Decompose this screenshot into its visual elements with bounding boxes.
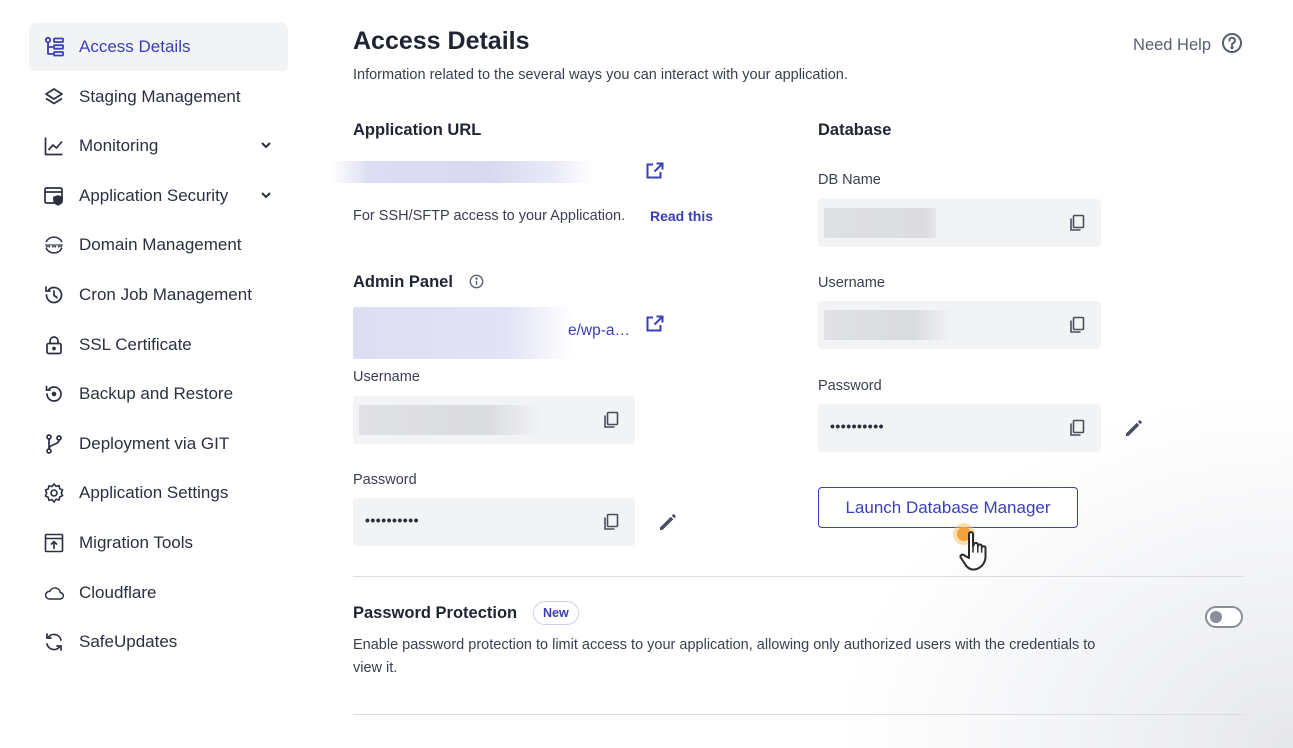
- application-url-title: Application URL: [353, 121, 482, 139]
- copy-icon[interactable]: [1067, 418, 1087, 443]
- sidebar-item-label: Cloudflare: [79, 582, 157, 602]
- layers-icon: [43, 86, 65, 108]
- sidebar-item-application-settings[interactable]: Application Settings: [29, 469, 288, 517]
- section-divider: [353, 714, 1243, 715]
- sidebar-item-label: Application Settings: [79, 483, 229, 503]
- database-title: Database: [818, 121, 892, 139]
- svg-text:www: www: [45, 242, 63, 250]
- page-title: Access Details: [353, 27, 530, 55]
- admin-url-redacted: [353, 307, 573, 359]
- help-circle-icon: [1221, 32, 1243, 59]
- admin-username-field[interactable]: [353, 396, 635, 444]
- db-name-label: DB Name: [818, 172, 881, 188]
- db-username-label: Username: [818, 275, 885, 291]
- new-badge: New: [533, 601, 579, 625]
- admin-panel-url[interactable]: e/wp-a…: [568, 322, 630, 340]
- admin-password-label: Password: [353, 472, 417, 488]
- copy-icon[interactable]: [601, 512, 621, 537]
- sidebar-nav: Access Details Staging Management Monito…: [29, 23, 288, 668]
- chart-line-icon: [43, 135, 65, 157]
- copy-icon[interactable]: [1067, 315, 1087, 340]
- db-password-mask: ••••••••••: [830, 418, 885, 434]
- db-name-redacted: [824, 208, 936, 238]
- db-password-label: Password: [818, 378, 882, 394]
- read-this-link[interactable]: Read this: [650, 208, 713, 224]
- application-url-redacted[interactable]: [331, 161, 593, 183]
- sidebar-item-domain-management[interactable]: www Domain Management: [29, 221, 288, 269]
- db-username-redacted: [824, 310, 952, 340]
- lock-icon: [43, 334, 65, 356]
- backup-restore-icon: [43, 383, 65, 405]
- sidebar-item-staging-management[interactable]: Staging Management: [29, 73, 288, 121]
- edit-pencil-icon[interactable]: [657, 511, 679, 538]
- git-branch-icon: [43, 433, 65, 455]
- sidebar-item-label: SafeUpdates: [79, 632, 178, 652]
- sidebar-item-access-details[interactable]: Access Details: [29, 23, 288, 71]
- db-username-field[interactable]: [818, 301, 1101, 349]
- migration-icon: [43, 532, 65, 554]
- password-protection-toggle[interactable]: [1205, 606, 1243, 628]
- admin-password-field[interactable]: ••••••••••: [353, 498, 635, 546]
- sidebar-item-ssl-certificate[interactable]: SSL Certificate: [29, 321, 288, 369]
- section-divider: [353, 576, 1243, 577]
- gear-icon: [43, 482, 65, 504]
- chevron-down-icon[interactable]: [258, 137, 274, 158]
- ssh-note: For SSH/SFTP access to your Application.: [353, 208, 626, 224]
- sidebar-item-backup-and-restore[interactable]: Backup and Restore: [29, 370, 288, 418]
- page-subtitle: Information related to the several ways …: [353, 67, 848, 83]
- cloud-icon: [43, 582, 65, 604]
- hand-pointer-cursor-icon: [953, 523, 987, 571]
- external-link-icon[interactable]: [645, 314, 665, 339]
- access-details-icon: [43, 36, 65, 58]
- sidebar-item-label: Cron Job Management: [79, 284, 252, 304]
- admin-password-mask: ••••••••••: [365, 512, 420, 528]
- sidebar-item-deployment-via-git[interactable]: Deployment via GIT: [29, 420, 288, 468]
- sidebar-item-monitoring[interactable]: Monitoring: [29, 122, 288, 170]
- chevron-down-icon[interactable]: [258, 187, 274, 208]
- main-content: Access Details Information related to th…: [331, 0, 1243, 748]
- admin-username-redacted: [359, 405, 541, 435]
- sidebar-item-application-security[interactable]: Application Security: [29, 172, 288, 220]
- db-name-field[interactable]: [818, 199, 1101, 247]
- external-link-icon[interactable]: [645, 161, 665, 186]
- admin-username-label: Username: [353, 369, 420, 385]
- sidebar-item-cloudflare[interactable]: Cloudflare: [29, 569, 288, 617]
- sidebar-item-label: Application Security: [79, 185, 229, 205]
- history-clock-icon: [43, 284, 65, 306]
- toggle-knob: [1210, 611, 1222, 623]
- admin-panel-title: Admin Panel: [353, 273, 453, 291]
- refresh-icon: [43, 631, 65, 653]
- security-icon: [43, 185, 65, 207]
- db-password-field[interactable]: ••••••••••: [818, 404, 1101, 452]
- sidebar-item-label: Access Details: [79, 37, 191, 56]
- copy-icon[interactable]: [1067, 213, 1087, 238]
- sidebar-item-cron-job-management[interactable]: Cron Job Management: [29, 271, 288, 319]
- sidebar-item-label: SSL Certificate: [79, 334, 192, 354]
- sidebar-item-label: Backup and Restore: [79, 384, 234, 404]
- edit-pencil-icon[interactable]: [1123, 417, 1145, 444]
- need-help-label: Need Help: [1133, 36, 1211, 54]
- copy-icon[interactable]: [601, 410, 621, 435]
- sidebar-item-label: Migration Tools: [79, 532, 194, 552]
- sidebar-item-safeupdates[interactable]: SafeUpdates: [29, 618, 288, 666]
- need-help-link[interactable]: Need Help: [1133, 32, 1243, 59]
- info-icon[interactable]: [469, 274, 484, 294]
- password-protection-description: Enable password protection to limit acce…: [353, 637, 1096, 676]
- sidebar-item-label: Monitoring: [79, 136, 159, 156]
- sidebar-item-label: Domain Management: [79, 235, 242, 255]
- sidebar-item-migration-tools[interactable]: Migration Tools: [29, 519, 288, 567]
- password-protection-title: Password Protection: [353, 604, 518, 622]
- www-icon: www: [43, 234, 65, 256]
- sidebar-item-label: Deployment via GIT: [79, 433, 230, 453]
- sidebar-item-label: Staging Management: [79, 86, 241, 106]
